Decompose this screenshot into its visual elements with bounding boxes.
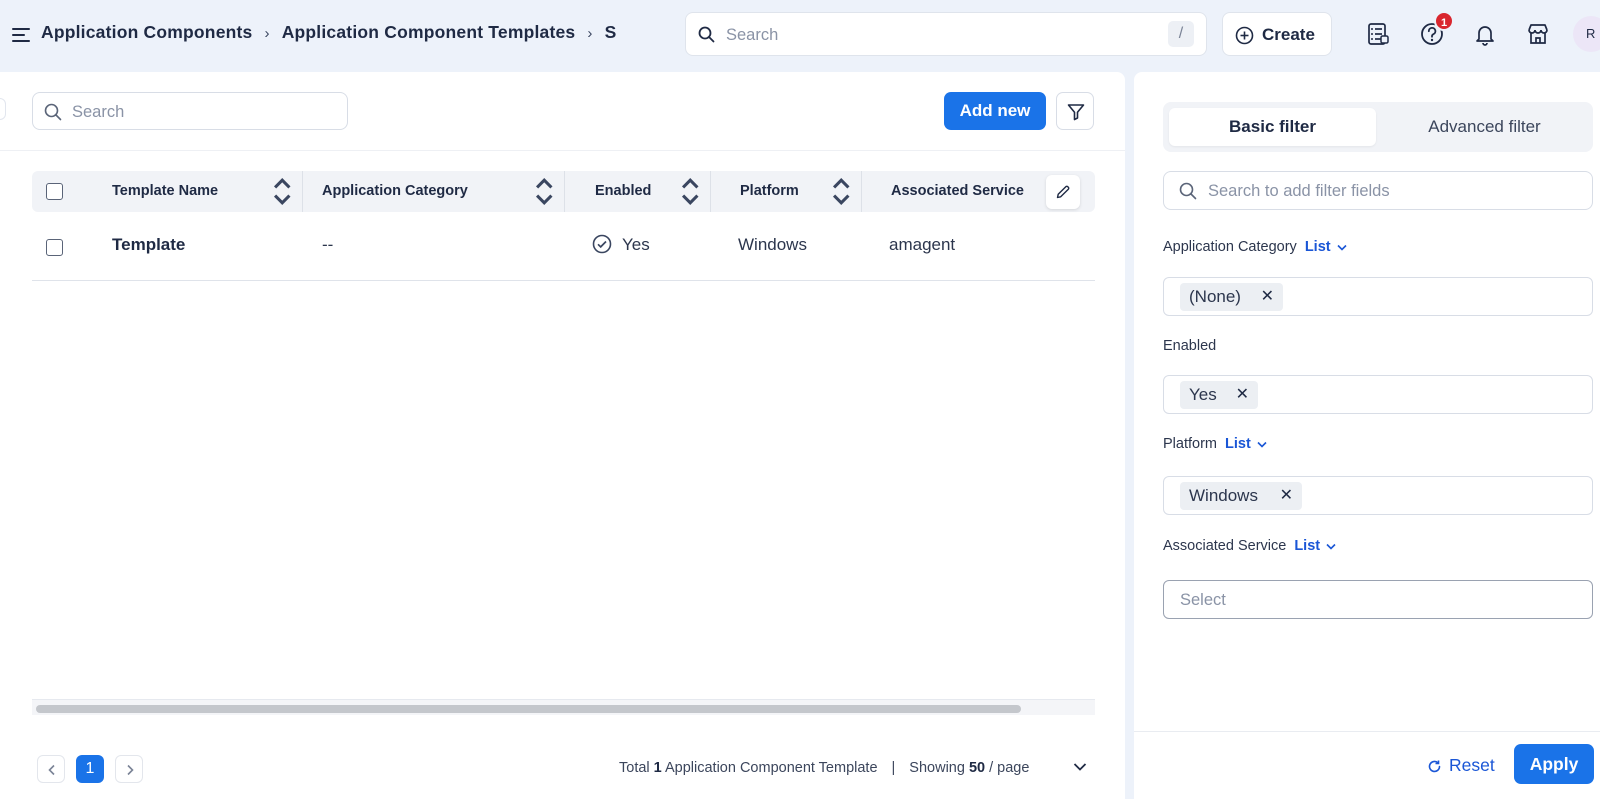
- table-row[interactable]: Template -- Yes Windows amagent: [32, 213, 1095, 281]
- column-header-template-name[interactable]: Template Name: [112, 171, 218, 212]
- breadcrumb-item-application-components[interactable]: Application Components: [41, 22, 252, 42]
- search-placeholder: Search: [726, 26, 779, 44]
- global-search-input[interactable]: Search /: [685, 12, 1207, 56]
- row-select-checkbox[interactable]: [46, 239, 63, 256]
- sort-icon[interactable]: [272, 171, 293, 212]
- application-category-cell: --: [322, 235, 334, 254]
- remove-chip-icon[interactable]: ✕: [1280, 482, 1293, 510]
- create-button[interactable]: Create: [1222, 12, 1332, 56]
- filter-search-placeholder: Search to add filter fields: [1208, 182, 1390, 200]
- breadcrumb-item-templates[interactable]: Application Component Templates: [282, 22, 576, 42]
- filter-chip: Windows ✕: [1180, 482, 1302, 510]
- filter-panel-footer: Reset Apply: [1134, 731, 1600, 799]
- platform-cell: Windows: [738, 235, 807, 254]
- pencil-icon: [1056, 185, 1070, 199]
- bell-icon[interactable]: [1471, 20, 1499, 48]
- column-header-enabled[interactable]: Enabled: [595, 171, 651, 212]
- chevron-right-icon: [127, 764, 134, 776]
- sort-icon[interactable]: [831, 171, 852, 212]
- table-header: Template Name Application Category Enabl…: [32, 171, 1095, 212]
- chevron-down-icon[interactable]: [1073, 762, 1087, 772]
- filter-mode-dropdown[interactable]: List: [1225, 436, 1267, 452]
- filter-label-associated-service: Associated Service List: [1163, 538, 1336, 554]
- filter-mode-tabs: Basic filter Advanced filter: [1163, 102, 1593, 152]
- sort-icon[interactable]: [680, 171, 701, 212]
- filter-mode-dropdown[interactable]: List: [1294, 538, 1336, 554]
- application-category-filter-box[interactable]: (None) ✕: [1163, 277, 1593, 316]
- search-icon: [1179, 182, 1197, 200]
- remove-chip-icon[interactable]: ✕: [1236, 381, 1249, 409]
- filter-field-search-input[interactable]: Search to add filter fields: [1163, 171, 1593, 210]
- chevron-down-icon: [1257, 441, 1267, 448]
- service-catalog-icon[interactable]: [1364, 20, 1392, 48]
- select-all-checkbox[interactable]: [46, 183, 63, 200]
- edit-columns-button[interactable]: [1046, 175, 1080, 209]
- column-divider[interactable]: [710, 171, 711, 212]
- enabled-cell: Yes: [622, 235, 650, 254]
- select-placeholder: Select: [1180, 591, 1226, 609]
- filter-label-platform: Platform List: [1163, 436, 1267, 452]
- chevron-right-icon: ›: [587, 25, 593, 42]
- filter-icon: [1067, 104, 1085, 121]
- previous-page-button[interactable]: [37, 755, 65, 783]
- keyboard-shortcut-hint: /: [1168, 21, 1194, 47]
- collapse-sidebar-handle[interactable]: [0, 98, 6, 120]
- apply-button[interactable]: Apply: [1514, 744, 1594, 784]
- search-icon: [698, 26, 715, 43]
- tab-advanced-filter[interactable]: Advanced filter: [1382, 108, 1587, 146]
- horizontal-scrollbar[interactable]: [32, 699, 1095, 715]
- chevron-down-icon: [1337, 244, 1347, 251]
- page-number-current[interactable]: 1: [76, 755, 104, 783]
- template-name-link[interactable]: Template: [112, 235, 185, 255]
- list-search-input[interactable]: Search: [32, 92, 348, 130]
- chevron-right-icon: ›: [264, 25, 270, 42]
- column-header-application-category[interactable]: Application Category: [322, 171, 468, 212]
- chevron-down-icon: [1326, 543, 1336, 550]
- list-search-placeholder: Search: [72, 103, 125, 121]
- enabled-filter-box[interactable]: Yes ✕: [1163, 375, 1593, 414]
- filter-panel: Basic filter Advanced filter Search to a…: [1134, 72, 1600, 799]
- total-count: 1: [653, 760, 662, 776]
- filter-chip: Yes ✕: [1180, 381, 1258, 409]
- plus-circle-icon: [1235, 26, 1254, 45]
- check-circle-icon: [592, 234, 612, 254]
- column-divider[interactable]: [302, 171, 303, 212]
- scrollbar-thumb[interactable]: [36, 705, 1021, 713]
- sort-icon[interactable]: [534, 171, 555, 212]
- add-new-button[interactable]: Add new: [944, 92, 1046, 130]
- filter-label-application-category: Application Category List: [1163, 239, 1347, 255]
- breadcrumb-item-current: S: [604, 22, 617, 42]
- column-header-platform[interactable]: Platform: [740, 171, 799, 212]
- remove-chip-icon[interactable]: ✕: [1261, 283, 1274, 311]
- pagination-summary: Total 1 Application Component Template | S…: [619, 760, 1030, 776]
- avatar[interactable]: R: [1573, 16, 1600, 52]
- reset-button[interactable]: Reset: [1428, 755, 1495, 776]
- filter-toggle-button[interactable]: [1056, 92, 1094, 130]
- platform-filter-box[interactable]: Windows ✕: [1163, 476, 1593, 515]
- column-divider[interactable]: [564, 171, 565, 212]
- associated-service-select[interactable]: Select: [1163, 580, 1593, 619]
- column-header-associated-service[interactable]: Associated Service: [891, 171, 1024, 212]
- create-button-label: Create: [1262, 25, 1315, 44]
- breadcrumb: Application Components › Application Compo…: [41, 22, 637, 46]
- store-icon[interactable]: [1524, 20, 1552, 48]
- reset-icon: [1428, 760, 1441, 773]
- column-divider[interactable]: [861, 171, 862, 212]
- chevron-left-icon: [48, 764, 55, 776]
- top-bar: Application Components › Application Compo…: [0, 0, 1600, 72]
- toolbar-divider: [0, 150, 1125, 151]
- tab-basic-filter[interactable]: Basic filter: [1169, 108, 1376, 146]
- notification-count-badge: 1: [1434, 11, 1454, 31]
- filter-chip: (None) ✕: [1180, 283, 1283, 311]
- main-content: Search Add new Template Name Application…: [0, 72, 1125, 799]
- menu-icon[interactable]: [12, 27, 30, 43]
- search-icon: [44, 103, 62, 121]
- associated-service-cell: amagent: [889, 235, 956, 254]
- page-size-value[interactable]: 50: [969, 760, 985, 776]
- filter-mode-dropdown[interactable]: List: [1305, 239, 1347, 255]
- filter-label-enabled: Enabled: [1163, 338, 1217, 354]
- next-page-button[interactable]: [115, 755, 143, 783]
